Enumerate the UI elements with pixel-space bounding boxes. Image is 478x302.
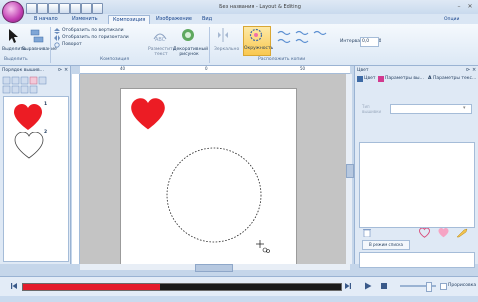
ruler-mark: 50 [300,66,306,71]
window-title: Без названия - Layout & Editing [219,4,301,10]
trash-icon[interactable] [362,228,372,237]
panel-close-icon[interactable]: × [64,67,68,73]
spacing-spinner-icon[interactable]: ⇕ [378,37,383,45]
horizontal-scroll-thumb[interactable] [195,264,233,272]
tab-stitch-params[interactable]: Параметры вы... [385,76,424,81]
preview-label: Прорисовка [448,283,477,288]
play-icon[interactable] [364,282,372,290]
redesign-icon[interactable] [81,3,92,14]
open-file-icon[interactable] [37,3,48,14]
text-params-tab-icon: A [428,76,432,81]
flip-vertical-button[interactable]: Отобразить по вертикали [62,28,124,33]
play-start-icon[interactable] [10,282,18,290]
spacing-input[interactable]: 0,0 [360,37,379,47]
panel-close-icon[interactable]: × [472,67,476,73]
list-item[interactable] [13,104,43,132]
play-end-icon[interactable] [344,282,352,290]
decorative-pattern-button[interactable]: Декоративный рисунок [173,47,208,57]
list-item-number: 1 [44,102,48,107]
text-layout-icon[interactable]: ABC [152,27,168,43]
stitch-progress-fill [23,284,160,290]
tab-text-params[interactable]: Параметры текс... [433,76,476,81]
options-menu[interactable]: Опции [440,15,463,24]
group-label-arrange-copies: Расположить копии [258,57,306,62]
redo-icon[interactable] [70,3,81,14]
panel-pin-icon[interactable]: ⊳ [466,67,470,73]
undo-icon[interactable] [59,3,70,14]
chevron-down-icon[interactable]: ▾ [463,104,466,112]
flip-vertical-icon[interactable] [54,28,60,34]
pin-icon[interactable]: ⊳ [58,67,62,73]
select-arrow-icon[interactable] [6,28,20,44]
ruler-mark: 0 [205,66,208,71]
minimize-icon[interactable]: – [455,3,463,11]
mirror-icon[interactable] [216,27,230,43]
list-item-number: 2 [44,130,48,135]
tab-view[interactable]: Вид [198,15,216,24]
ruler-mark: 40 [120,66,126,71]
group-label-composition: Композиция [100,57,130,62]
ribbon-separator [209,27,210,63]
svg-text:ABC: ABC [155,37,166,43]
app-menu-button[interactable] [2,1,24,23]
stitch-params-tab-icon [378,76,384,82]
circle-arrange-icon [249,28,263,42]
align-icon[interactable] [29,28,45,44]
properties-title: Цвет [357,68,369,73]
group-label-select: Выделить [4,57,28,62]
status-bar [0,296,478,302]
mirrors-button[interactable]: Зеркально [214,47,239,52]
stitch-progress-track[interactable] [22,283,342,291]
new-file-icon[interactable] [26,3,37,14]
close-icon[interactable]: ✕ [466,3,474,11]
stitch-order-title: Порядок вышив... [2,68,44,73]
stitch-order-toolbar [2,76,68,94]
crosshair-cursor-icon [256,240,270,254]
flip-horizontal-button[interactable]: Отобразить по горизонтали [62,35,129,40]
stitch-type-select[interactable] [390,104,472,114]
list-item[interactable] [14,132,44,160]
stitch-type-label: Тип вышивки [362,104,382,114]
stop-icon[interactable] [380,282,388,290]
tab-edit[interactable]: Изменить [68,15,102,24]
color-list-area[interactable] [359,142,475,228]
heart-shape[interactable] [130,98,166,132]
save-icon[interactable] [48,3,59,14]
heart-color-icon[interactable] [418,228,431,238]
preview-checkbox[interactable] [440,283,447,290]
quick-access-more-icon[interactable] [92,3,103,14]
circle-arrange-label: Окружность [244,46,274,51]
ribbon-separator [50,27,51,63]
text-layout-button[interactable]: Разместить текст [148,47,175,57]
tab-home[interactable]: В начало [30,15,62,24]
vertical-scroll-thumb[interactable] [346,164,354,178]
rotate-button[interactable]: Поворот [62,42,82,47]
decorative-pattern-icon[interactable] [180,27,196,43]
heart-pink-icon[interactable] [437,228,450,238]
vertical-ruler [72,74,80,264]
list-mode-button[interactable]: В режим списка [362,240,410,250]
tab-color[interactable]: Цвет [364,76,376,81]
brush-icon[interactable] [456,228,469,238]
flip-horizontal-icon[interactable] [54,35,60,41]
speed-slider-handle[interactable] [426,282,432,292]
tab-image[interactable]: Изображение [152,15,196,24]
arrange-patterns-gallery[interactable] [276,28,336,44]
rotate-icon[interactable] [54,42,60,48]
circle-layout-guide[interactable] [165,146,263,244]
color-tab-icon [357,76,363,82]
align-button[interactable]: Выравнивание [22,47,57,52]
color-preview-area [359,252,475,268]
